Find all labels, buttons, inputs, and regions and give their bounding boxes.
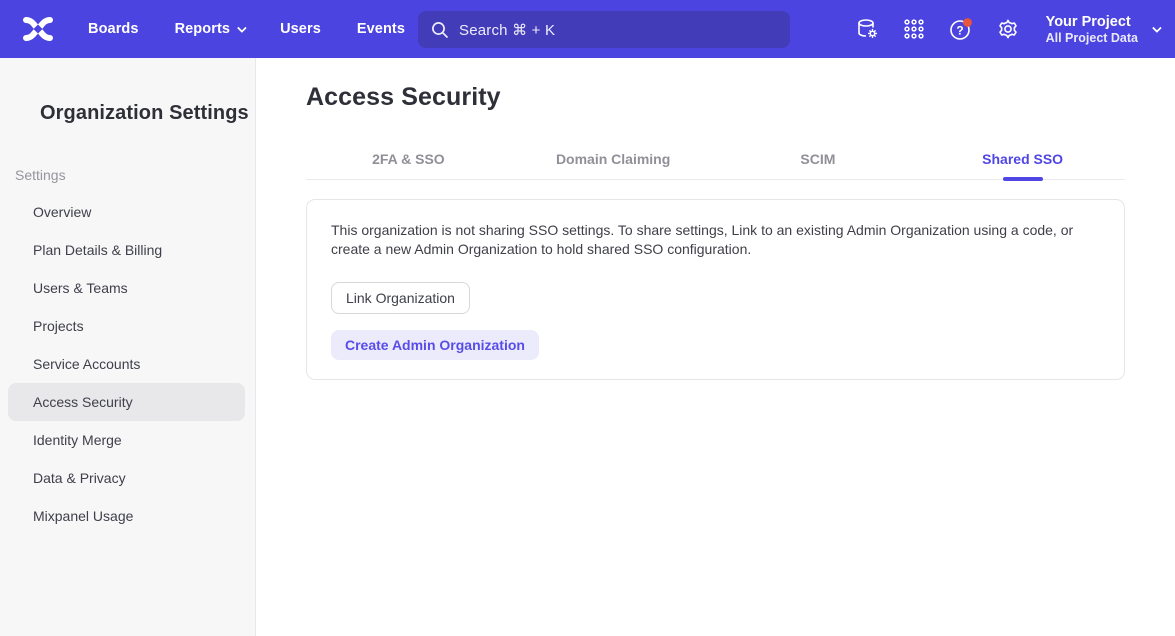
tab-shared-sso[interactable]: Shared SSO xyxy=(920,138,1125,179)
shared-sso-card: This organization is not sharing SSO set… xyxy=(306,199,1125,380)
top-navigation: Boards Reports Users Events Search ⌘ + K xyxy=(0,0,1175,58)
nav-events[interactable]: Events xyxy=(357,21,405,37)
create-admin-organization-button[interactable]: Create Admin Organization xyxy=(331,330,539,360)
nav-boards-label: Boards xyxy=(88,21,139,37)
data-management-icon[interactable] xyxy=(848,10,886,48)
search-input[interactable]: Search ⌘ + K xyxy=(418,11,790,48)
nav-users-label: Users xyxy=(280,21,321,37)
sidebar-item-access-security[interactable]: Access Security xyxy=(8,383,245,421)
project-data-scope: All Project Data xyxy=(1046,31,1138,46)
svg-text:?: ? xyxy=(956,23,963,37)
sidebar-item-mixpanel-usage[interactable]: Mixpanel Usage xyxy=(8,497,245,535)
chevron-down-icon xyxy=(237,23,247,33)
sidebar-section-label: Settings xyxy=(15,167,255,183)
tab-2fa-sso[interactable]: 2FA & SSO xyxy=(306,138,511,179)
primary-nav-links: Boards Reports Users Events xyxy=(88,21,405,37)
settings-gear-icon[interactable] xyxy=(989,10,1027,48)
link-organization-button[interactable]: Link Organization xyxy=(331,282,470,314)
search-icon xyxy=(431,21,449,39)
project-switcher-text: Your Project All Project Data xyxy=(1046,13,1138,46)
tab-scim[interactable]: SCIM xyxy=(716,138,921,179)
sidebar-item-identity-merge[interactable]: Identity Merge xyxy=(8,421,245,459)
nav-boards[interactable]: Boards xyxy=(88,21,139,37)
main-content: Access Security 2FA & SSO Domain Claimin… xyxy=(256,58,1175,636)
mixpanel-logo-icon xyxy=(21,15,55,43)
sidebar-menu: Overview Plan Details & Billing Users & … xyxy=(0,193,255,535)
sidebar-item-users-teams[interactable]: Users & Teams xyxy=(8,269,245,307)
notification-dot xyxy=(963,18,972,27)
search-placeholder: Search ⌘ + K xyxy=(459,21,555,39)
sidebar-item-plan-details-billing[interactable]: Plan Details & Billing xyxy=(8,231,245,269)
sidebar-item-overview[interactable]: Overview xyxy=(8,193,245,231)
page-title: Access Security xyxy=(306,83,1125,112)
tab-domain-claiming[interactable]: Domain Claiming xyxy=(511,138,716,179)
mixpanel-logo[interactable] xyxy=(18,12,58,46)
shared-sso-description: This organization is not sharing SSO set… xyxy=(331,221,1091,259)
nav-reports-label: Reports xyxy=(175,21,231,37)
sidebar-item-service-accounts[interactable]: Service Accounts xyxy=(8,345,245,383)
nav-users[interactable]: Users xyxy=(280,21,321,37)
apps-grid-icon[interactable] xyxy=(895,10,933,48)
nav-reports[interactable]: Reports xyxy=(175,21,245,37)
help-icon[interactable]: ? xyxy=(942,10,980,48)
nav-events-label: Events xyxy=(357,21,405,37)
chevron-down-icon xyxy=(1152,23,1162,33)
settings-sidebar: Organization Settings Settings Overview … xyxy=(0,58,256,636)
sidebar-title: Organization Settings xyxy=(40,102,255,125)
access-security-tabs: 2FA & SSO Domain Claiming SCIM Shared SS… xyxy=(306,138,1125,180)
sidebar-item-projects[interactable]: Projects xyxy=(8,307,245,345)
topnav-right-controls: ? Your Project All Project Data xyxy=(848,10,1159,48)
project-name: Your Project xyxy=(1046,13,1138,31)
sidebar-item-data-privacy[interactable]: Data & Privacy xyxy=(8,459,245,497)
project-switcher[interactable]: Your Project All Project Data xyxy=(1046,13,1159,46)
